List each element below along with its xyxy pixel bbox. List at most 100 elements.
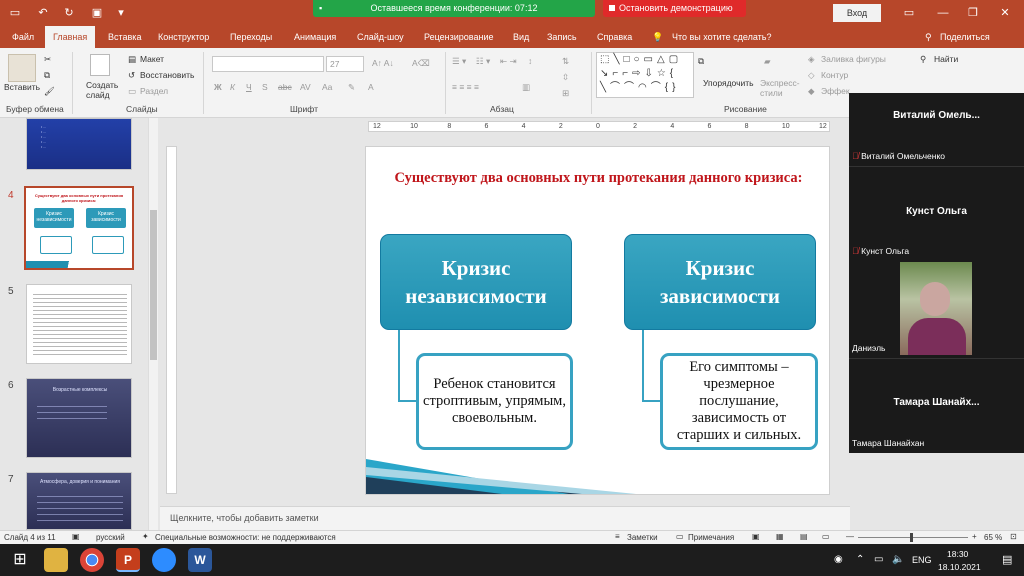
spacing-icon[interactable]: AV bbox=[300, 82, 311, 92]
accessibility-icon[interactable]: ✦ bbox=[142, 532, 149, 541]
line-spacing-icon[interactable]: ↕ bbox=[528, 56, 532, 66]
text-direction-icon[interactable]: ⇅ bbox=[562, 56, 569, 67]
paste-button[interactable]: Вставить bbox=[4, 82, 40, 92]
notes-pane[interactable]: Щелкните, чтобы добавить заметки bbox=[160, 506, 850, 530]
reset-button[interactable]: Восстановить bbox=[140, 70, 194, 80]
new-slide-icon[interactable] bbox=[90, 54, 110, 76]
volume-icon[interactable]: 🔈 bbox=[892, 554, 904, 565]
clock-time[interactable]: 18:30 bbox=[947, 549, 968, 559]
new-slide-button[interactable]: Создать слайд bbox=[86, 80, 122, 100]
numbering-icon[interactable]: ☷ ▾ bbox=[476, 56, 490, 67]
cut-icon[interactable]: ✂ bbox=[44, 54, 51, 65]
find-button[interactable]: Найти bbox=[934, 54, 958, 64]
spellcheck-icon[interactable]: ▣ bbox=[72, 532, 80, 541]
slide-thumbnail-3[interactable]: • ... • ... • ... • ... • ... bbox=[26, 118, 132, 170]
align-text-icon[interactable]: ⇳ bbox=[562, 72, 569, 83]
font-name-input[interactable] bbox=[212, 56, 324, 72]
sorter-view-icon[interactable]: ▦ bbox=[776, 532, 784, 541]
case-icon[interactable]: Aa bbox=[322, 82, 332, 92]
stop-demonstration-button[interactable]: Остановить демонстрацию bbox=[603, 0, 746, 17]
tab-insert[interactable]: Вставка bbox=[108, 26, 141, 48]
slideshow-view-icon[interactable]: ▭ bbox=[822, 532, 830, 541]
zoom-out-icon[interactable]: — bbox=[846, 532, 854, 541]
input-language[interactable]: ENG bbox=[912, 555, 932, 565]
arrange-button[interactable]: Упорядочить bbox=[703, 78, 754, 88]
word-icon[interactable]: W bbox=[188, 548, 212, 572]
undo-icon[interactable]: ↶ bbox=[36, 6, 50, 20]
notifications-icon[interactable]: ▤ bbox=[1002, 553, 1012, 566]
start-slideshow-icon[interactable]: ▣ bbox=[90, 6, 104, 20]
signin-button[interactable]: Вход bbox=[833, 4, 881, 22]
italic-icon[interactable]: К bbox=[230, 82, 235, 92]
indent-icon[interactable]: ⇤ ⇥ bbox=[500, 56, 517, 67]
tab-animations[interactable]: Анимация bbox=[294, 26, 336, 48]
normal-view-icon[interactable]: ▣ bbox=[752, 532, 760, 541]
maximize-icon[interactable]: ❐ bbox=[966, 6, 980, 20]
zoom-app-icon[interactable] bbox=[152, 548, 176, 572]
minimize-icon[interactable]: — bbox=[936, 6, 950, 20]
layout-button[interactable]: Макет bbox=[140, 54, 164, 64]
file-explorer-icon[interactable] bbox=[44, 548, 68, 572]
shape-outline-button[interactable]: Контур bbox=[821, 70, 848, 80]
windows-start-icon[interactable]: ⊞ bbox=[8, 548, 32, 572]
powerpoint-icon[interactable]: P bbox=[116, 548, 140, 572]
slide-thumbnail-5[interactable] bbox=[26, 284, 132, 364]
customize-toolbar-icon[interactable]: ▾ bbox=[114, 6, 128, 20]
battery-icon[interactable]: ▭ bbox=[874, 554, 883, 565]
chrome-icon[interactable] bbox=[80, 548, 104, 572]
notes-placeholder[interactable]: Щелкните, чтобы добавить заметки bbox=[170, 513, 319, 523]
slide-thumbnail-4[interactable]: Существуют два основных пути протекания … bbox=[24, 186, 134, 270]
tab-help[interactable]: Справка bbox=[597, 26, 632, 48]
highlight-icon[interactable]: ✎ bbox=[348, 82, 355, 93]
zoom-slider[interactable] bbox=[858, 533, 968, 542]
tab-transitions[interactable]: Переходы bbox=[230, 26, 272, 48]
tab-slideshow[interactable]: Слайд-шоу bbox=[357, 26, 404, 48]
paste-icon[interactable] bbox=[8, 54, 36, 82]
font-color-icon[interactable]: A bbox=[368, 82, 374, 92]
tab-view[interactable]: Вид bbox=[513, 26, 529, 48]
reading-view-icon[interactable]: ▤ bbox=[800, 532, 808, 541]
clock-date[interactable]: 18.10.2021 bbox=[938, 562, 981, 572]
notes-toggle[interactable]: Заметки bbox=[627, 533, 658, 542]
clear-format-icon[interactable]: A⌫ bbox=[412, 58, 430, 69]
slide-thumbnail-6[interactable]: Возрастные комплексы bbox=[26, 378, 132, 458]
section-button[interactable]: Раздел bbox=[140, 86, 168, 96]
autosave-icon[interactable]: ▭ bbox=[8, 6, 22, 20]
tab-record[interactable]: Запись bbox=[547, 26, 577, 48]
align-icons[interactable]: ≡ ≡ ≡ ≡ bbox=[452, 82, 479, 92]
tab-file[interactable]: Файл bbox=[12, 26, 34, 48]
shadow-icon[interactable]: S bbox=[262, 82, 268, 92]
format-painter-icon[interactable]: 🖌 bbox=[44, 86, 55, 97]
slide-thumbnail-7[interactable]: Атмосфера, доверия и понимания bbox=[26, 472, 132, 530]
fit-slide-icon[interactable]: ⊡ bbox=[1010, 532, 1017, 541]
current-slide[interactable]: Существуют два основных пути протекания … bbox=[365, 146, 830, 495]
grow-font-icon[interactable]: A↑ A↓ bbox=[372, 58, 394, 68]
columns-icon[interactable]: ▥ bbox=[522, 82, 530, 93]
zoom-level[interactable]: 65 % bbox=[984, 533, 1002, 542]
tray-chevron-icon[interactable]: ⌃ bbox=[856, 554, 864, 565]
tab-home[interactable]: Главная bbox=[45, 26, 96, 48]
shape-effects-button[interactable]: Эффек bbox=[821, 86, 850, 96]
redo-icon[interactable]: ↻ bbox=[62, 6, 76, 20]
tab-design[interactable]: Конструктор bbox=[158, 26, 209, 48]
comments-toggle[interactable]: Примечания bbox=[688, 533, 734, 542]
strike-icon[interactable]: abc bbox=[278, 82, 292, 92]
smartart-icon[interactable]: ⊞ bbox=[562, 88, 569, 99]
language-indicator[interactable]: русский bbox=[96, 533, 125, 542]
shape-fill-button[interactable]: Заливка фигуры bbox=[821, 54, 886, 64]
close-icon[interactable]: ✕ bbox=[998, 6, 1012, 20]
underline-icon[interactable]: Ч bbox=[246, 82, 252, 92]
zoom-in-icon[interactable]: + bbox=[972, 532, 977, 541]
share-button[interactable]: Поделиться bbox=[940, 26, 990, 48]
thumbnails-scrollbar[interactable] bbox=[148, 118, 158, 530]
zoom-tray-icon[interactable]: ◉ bbox=[834, 554, 843, 565]
scrollbar-thumb[interactable] bbox=[150, 210, 157, 360]
copy-icon[interactable]: ⧉ bbox=[44, 70, 50, 81]
font-size-input[interactable]: 27 bbox=[326, 56, 364, 72]
quick-styles-button[interactable]: Экспресс-стили bbox=[760, 78, 800, 98]
bullets-icon[interactable]: ☰ ▾ bbox=[452, 56, 466, 67]
ribbon-display-icon[interactable]: ▭ bbox=[902, 6, 916, 20]
bold-icon[interactable]: Ж bbox=[214, 82, 222, 92]
accessibility-status[interactable]: Специальные возможности: не поддерживают… bbox=[155, 533, 336, 542]
tell-me-search[interactable]: Что вы хотите сделать? bbox=[672, 26, 772, 48]
